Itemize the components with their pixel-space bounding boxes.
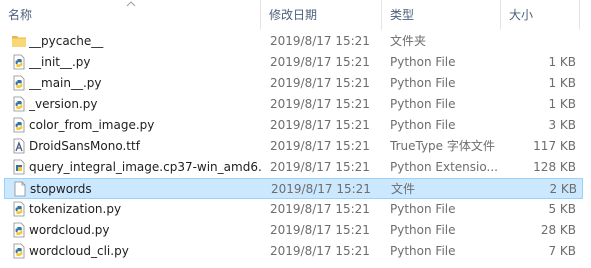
column-header-name[interactable]: 名称 bbox=[0, 0, 260, 30]
file-row[interactable]: wordcloud_cli.py 2019/8/17 15:21 Python Fi… bbox=[4, 241, 583, 262]
file-size: 117 KB bbox=[533, 139, 576, 153]
file-size bbox=[504, 31, 576, 52]
file-type: Python File bbox=[390, 223, 456, 237]
file-modified-date: 2019/8/17 15:21 bbox=[270, 118, 370, 132]
file-row[interactable]: query_integral_image.cp37-win_amd6... 201… bbox=[4, 157, 583, 178]
file-name: __pycache__ bbox=[29, 34, 104, 48]
file-row[interactable]: __pycache__ 2019/8/17 15:21 文件夹 bbox=[4, 31, 583, 52]
file-size: 1 KB bbox=[548, 97, 576, 111]
file-type: Python File bbox=[390, 55, 456, 69]
file-size: 128 KB bbox=[533, 160, 576, 174]
font-file-icon bbox=[11, 138, 27, 154]
file-size: 7 KB bbox=[548, 244, 576, 258]
file-name: wordcloud_cli.py bbox=[29, 244, 129, 258]
file-row[interactable]: tokenization.py 2019/8/17 15:21 Python Fil… bbox=[4, 199, 583, 220]
python-file-icon bbox=[11, 201, 27, 217]
column-divider[interactable] bbox=[579, 0, 580, 30]
file-name: __main__.py bbox=[29, 76, 102, 90]
folder-icon bbox=[11, 33, 27, 49]
file-name: DroidSansMono.ttf bbox=[29, 139, 140, 153]
blank-file-icon bbox=[12, 181, 28, 197]
python-file-icon bbox=[11, 75, 27, 91]
file-row[interactable]: wordcloud.py 2019/8/17 15:21 Python File 28… bbox=[4, 220, 583, 241]
file-type: Python File bbox=[390, 202, 456, 216]
column-header-size[interactable]: 大小 bbox=[501, 0, 579, 30]
file-row[interactable]: stopwords 2019/8/17 15:21 文件 2 KB bbox=[4, 178, 583, 199]
python-file-icon bbox=[11, 117, 27, 133]
file-modified-date: 2019/8/17 15:21 bbox=[270, 34, 370, 48]
python-file-icon bbox=[11, 96, 27, 112]
python-file-icon bbox=[11, 54, 27, 70]
file-row[interactable]: color_from_image.py 2019/8/17 15:21 Python… bbox=[4, 115, 583, 136]
file-size: 2 KB bbox=[549, 182, 577, 196]
file-type: Python File bbox=[390, 76, 456, 90]
file-name: color_from_image.py bbox=[29, 118, 155, 132]
column-header-bar: 名称 修改日期 类型 大小 bbox=[0, 0, 591, 30]
file-size: 28 KB bbox=[540, 223, 576, 237]
file-type: Python File bbox=[390, 244, 456, 258]
file-name: _version.py bbox=[29, 97, 98, 111]
file-size: 1 KB bbox=[548, 55, 576, 69]
file-name: stopwords bbox=[30, 182, 92, 196]
file-size: 3 KB bbox=[548, 118, 576, 132]
file-row[interactable]: __main__.py 2019/8/17 15:21 Python File 1 K… bbox=[4, 73, 583, 94]
file-modified-date: 2019/8/17 15:21 bbox=[270, 139, 370, 153]
file-modified-date: 2019/8/17 15:21 bbox=[270, 202, 370, 216]
file-modified-date: 2019/8/17 15:21 bbox=[270, 223, 370, 237]
file-modified-date: 2019/8/17 15:21 bbox=[270, 76, 370, 90]
column-header-type[interactable]: 类型 bbox=[382, 0, 500, 30]
file-type: Python Extensio... bbox=[390, 160, 498, 174]
file-name: tokenization.py bbox=[29, 202, 122, 216]
file-row[interactable]: DroidSansMono.ttf 2019/8/17 15:21 TrueType… bbox=[4, 136, 583, 157]
file-name: __init__.py bbox=[29, 55, 91, 69]
file-type: Python File bbox=[390, 97, 456, 111]
file-row[interactable]: _version.py 2019/8/17 15:21 Python File 1 K… bbox=[4, 94, 583, 115]
file-modified-date: 2019/8/17 15:21 bbox=[270, 244, 370, 258]
python-file-icon bbox=[11, 222, 27, 238]
file-type: Python File bbox=[390, 118, 456, 132]
file-modified-date: 2019/8/17 15:21 bbox=[270, 160, 370, 174]
file-size: 5 KB bbox=[548, 202, 576, 216]
column-header-date[interactable]: 修改日期 bbox=[261, 0, 381, 30]
file-row[interactable]: __init__.py 2019/8/17 15:21 Python File 1 K… bbox=[4, 52, 583, 73]
file-modified-date: 2019/8/17 15:21 bbox=[270, 55, 370, 69]
file-name: wordcloud.py bbox=[29, 223, 110, 237]
file-modified-date: 2019/8/17 15:21 bbox=[271, 182, 371, 196]
file-modified-date: 2019/8/17 15:21 bbox=[270, 97, 370, 111]
file-type: 文件 bbox=[391, 182, 416, 196]
file-type: 文件夹 bbox=[390, 34, 427, 48]
python-file-icon bbox=[11, 243, 27, 259]
file-name: query_integral_image.cp37-win_amd6... bbox=[29, 160, 261, 174]
file-size: 1 KB bbox=[548, 76, 576, 90]
python-extension-icon bbox=[11, 159, 27, 175]
file-type: TrueType 字体文件 bbox=[390, 139, 495, 153]
